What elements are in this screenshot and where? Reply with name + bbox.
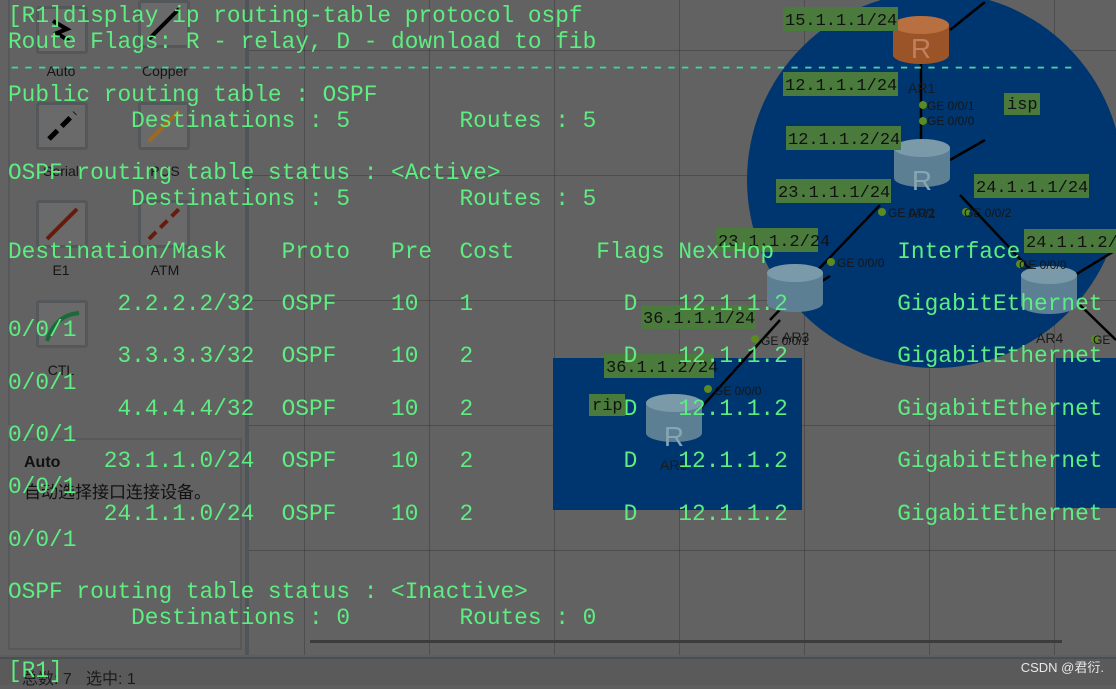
cli-line: 0/0/1 bbox=[8, 317, 77, 344]
cli-terminal-output[interactable]: [R1]display ip routing-table protocol os… bbox=[8, 3, 1102, 684]
cli-line: Destinations : 0 Routes : 0 bbox=[8, 605, 597, 632]
cli-line: OSPF routing table status : <Active> bbox=[8, 160, 501, 187]
cli-line bbox=[8, 213, 1102, 239]
cli-line: 0/0/1 bbox=[8, 526, 77, 553]
cli-line: Destinations : 5 Routes : 5 bbox=[8, 107, 597, 134]
cli-line: 4.4.4.4/32 OSPF 10 2 D 12.1.1.2 GigabitE… bbox=[8, 395, 1103, 422]
cli-line: ----------------------------------------… bbox=[8, 55, 1076, 82]
cli-line: 0/0/1 bbox=[8, 369, 77, 396]
cli-line bbox=[8, 134, 1102, 160]
cli-line bbox=[8, 553, 1102, 579]
cli-line: 0/0/1 bbox=[8, 422, 77, 448]
cli-line: Public routing table : OSPF bbox=[8, 81, 378, 108]
cli-line: 2.2.2.2/32 OSPF 10 1 D 12.1.1.2 GigabitE… bbox=[8, 291, 1103, 318]
cli-line: 3.3.3.3/32 OSPF 10 2 D 12.1.1.2 GigabitE… bbox=[8, 343, 1103, 370]
cli-line: Destinations : 5 Routes : 5 bbox=[8, 186, 597, 213]
cli-line: 23.1.1.0/24 OSPF 10 2 D 12.1.1.2 Gigabit… bbox=[8, 448, 1103, 475]
cli-prompt[interactable]: [R1] bbox=[8, 658, 1102, 684]
cli-line: 24.1.1.0/24 OSPF 10 2 D 12.1.1.2 Gigabit… bbox=[8, 500, 1103, 527]
cli-line: Destination/Mask Proto Pre Cost Flags Ne… bbox=[8, 238, 1021, 265]
cli-line: 0/0/1 bbox=[8, 474, 77, 501]
cli-line bbox=[8, 632, 1102, 658]
cli-line: [R1]display ip routing-table protocol os… bbox=[8, 3, 583, 29]
cli-line: OSPF routing table status : <Inactive> bbox=[8, 579, 528, 606]
cli-line bbox=[8, 265, 1102, 291]
cli-line: Route Flags: R - relay, D - download to … bbox=[8, 29, 597, 56]
